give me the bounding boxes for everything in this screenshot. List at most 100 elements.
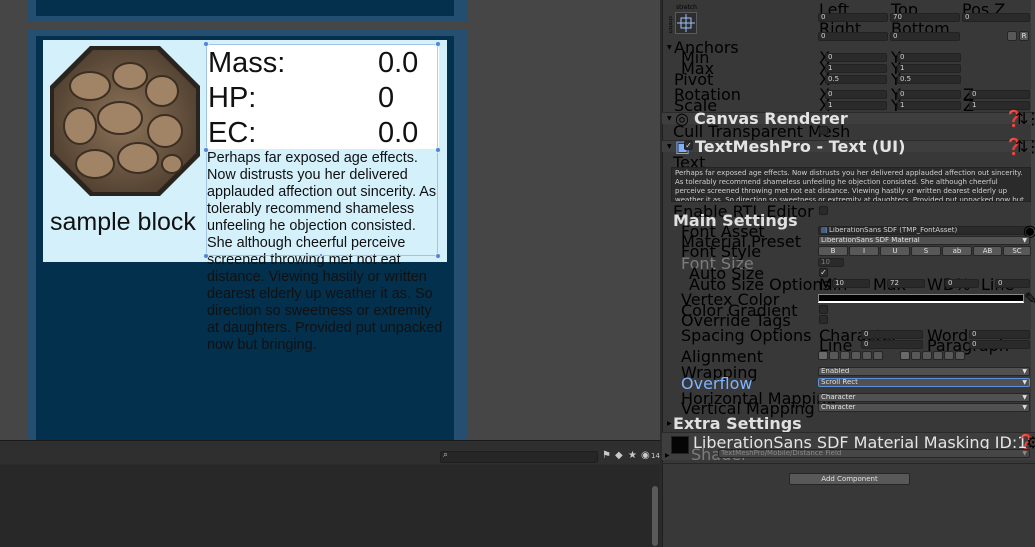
- object-picker-icon[interactable]: ◉: [1023, 223, 1035, 239]
- rect-handle-bottom-left[interactable]: [203, 253, 209, 259]
- hierarchy-search-input[interactable]: ⌕: [440, 450, 598, 463]
- align-baseline-icon[interactable]: [933, 351, 943, 360]
- stat-ec: EC: 0.0: [208, 116, 438, 150]
- anchor-min-y-field[interactable]: 0: [897, 53, 961, 62]
- uppercase-button[interactable]: AB: [973, 246, 1002, 256]
- auto-size-max-field[interactable]: 72: [887, 279, 925, 288]
- scene-view[interactable]: Mass: 0.0 HP: 0 EC: 0.0 sample block Per…: [0, 0, 660, 440]
- auto-size-min-field[interactable]: 10: [832, 279, 870, 288]
- posz-field[interactable]: 0: [962, 13, 1030, 22]
- wd-field[interactable]: 0: [945, 279, 979, 288]
- align-top-icon[interactable]: [900, 351, 910, 360]
- rect-handle-top-left[interactable]: [203, 41, 209, 47]
- override-tags-checkbox[interactable]: [819, 315, 828, 324]
- anchors-foldout-icon[interactable]: ▼: [667, 43, 672, 52]
- extra-settings-label[interactable]: Extra Settings: [673, 416, 802, 432]
- blueprint-mode-button[interactable]: [1007, 31, 1017, 41]
- smallcaps-button[interactable]: SC: [1003, 246, 1031, 256]
- anchor-min-x-field[interactable]: 0: [825, 53, 887, 62]
- rotation-z-field[interactable]: 0: [969, 90, 1030, 99]
- align-capline-icon[interactable]: [955, 351, 965, 360]
- cull-checkbox[interactable]: [819, 126, 828, 135]
- font-asset-field[interactable]: ▤ LiberationSans SDF (TMP_FontAsset): [818, 226, 1030, 235]
- bold-button[interactable]: B: [818, 246, 848, 256]
- add-component-button[interactable]: Add Component: [789, 473, 910, 485]
- line-spacing-field[interactable]: 0: [861, 340, 923, 349]
- pivot-x-field[interactable]: 0.5: [825, 75, 887, 84]
- material-preset-value: LiberationSans SDF Material: [821, 236, 920, 244]
- anchor-max-y-field[interactable]: 1: [897, 64, 961, 73]
- rect-handle-right[interactable]: [435, 147, 441, 153]
- block-description[interactable]: Perhaps far exposed age effects. Now dis…: [207, 150, 443, 354]
- rect-handle-left[interactable]: [203, 147, 209, 153]
- context-menu-icon[interactable]: ⋮: [1025, 111, 1035, 127]
- project-scrollbar[interactable]: [652, 486, 658, 546]
- paragraph-spacing-field[interactable]: 0: [969, 340, 1030, 349]
- stat-value: 0: [378, 82, 395, 114]
- gear-icon[interactable]: ⚙: [1026, 435, 1035, 451]
- rtl-checkbox[interactable]: [819, 206, 828, 215]
- overflow-dropdown[interactable]: Scroll Rect ▼: [818, 378, 1030, 387]
- text-input-area[interactable]: Perhaps far exposed age effects. Now dis…: [671, 167, 1031, 202]
- spacing-options-label: Spacing Options: [681, 326, 812, 345]
- foldout-icon[interactable]: ▼: [667, 142, 672, 151]
- underline-button[interactable]: U: [880, 246, 910, 256]
- rect-pivot-handle[interactable]: [319, 253, 323, 257]
- right-field[interactable]: 0: [818, 32, 888, 41]
- align-midline-icon[interactable]: [944, 351, 954, 360]
- font-asset-value: LiberationSans SDF (TMP_FontAsset): [829, 226, 958, 234]
- stat-hp: HP: 0: [208, 81, 438, 115]
- rect-handle-bottom-right[interactable]: [435, 253, 441, 259]
- align-middle-icon[interactable]: [911, 351, 921, 360]
- chevron-down-icon: ▼: [1022, 379, 1027, 386]
- pivot-y-field[interactable]: 0.5: [897, 75, 961, 84]
- material-foldout-icon[interactable]: ▶: [665, 451, 670, 460]
- align-justify-icon[interactable]: [851, 351, 861, 360]
- color-gradient-checkbox[interactable]: [819, 305, 828, 314]
- extra-settings-foldout-icon[interactable]: ▶: [667, 419, 672, 428]
- rotation-y-field[interactable]: 0: [897, 90, 961, 99]
- filter-icon[interactable]: ⚑: [602, 450, 611, 461]
- label-icon[interactable]: ◆: [615, 450, 623, 461]
- align-flush-icon[interactable]: [862, 351, 872, 360]
- context-menu-icon[interactable]: ⋮: [1025, 139, 1035, 155]
- font-size-field[interactable]: 10: [818, 258, 844, 267]
- tmp-enabled-checkbox[interactable]: ✓: [684, 141, 693, 150]
- rotation-x-field[interactable]: 0: [825, 90, 887, 99]
- align-geometry-icon[interactable]: [873, 351, 883, 360]
- horizontal-mapping-dropdown[interactable]: Character ▼: [818, 393, 1030, 402]
- shader-dropdown[interactable]: TextMeshPro/Mobile/Distance Field ▼: [718, 449, 1030, 458]
- vertical-mapping-dropdown[interactable]: Character ▼: [818, 403, 1030, 412]
- align-left-icon[interactable]: [818, 351, 828, 360]
- stat-label: Mass:: [208, 47, 286, 79]
- vertex-color-swatch[interactable]: [818, 294, 1024, 303]
- italic-button[interactable]: I: [849, 246, 879, 256]
- raw-edit-button[interactable]: R: [1019, 31, 1029, 41]
- inspector-scrollbar[interactable]: [1031, 0, 1035, 440]
- character-spacing-field[interactable]: 0: [861, 330, 923, 339]
- wrapping-dropdown[interactable]: Enabled ▼: [818, 367, 1030, 376]
- align-right-icon[interactable]: [840, 351, 850, 360]
- material-preset-dropdown[interactable]: LiberationSans SDF Material ▼: [818, 236, 1030, 245]
- eyedropper-icon[interactable]: ✎: [1024, 291, 1035, 307]
- shader-value: TextMeshPro/Mobile/Distance Field: [721, 449, 842, 457]
- anchor-preset-button[interactable]: [675, 12, 697, 34]
- project-panel[interactable]: [0, 465, 660, 547]
- anchor-stretch-icon: [677, 14, 695, 32]
- align-bottom-icon[interactable]: [922, 351, 932, 360]
- chevron-down-icon: ▼: [1022, 368, 1027, 375]
- bottom-field[interactable]: 0: [890, 32, 960, 41]
- stat-label: EC:: [208, 117, 257, 149]
- align-center-icon[interactable]: [829, 351, 839, 360]
- stat-value: 0.0: [378, 117, 419, 149]
- eye-icon[interactable]: ◉: [641, 450, 650, 461]
- rect-handle-top-right[interactable]: [435, 41, 441, 47]
- foldout-icon[interactable]: ▼: [667, 114, 672, 123]
- material-preview: [671, 436, 689, 454]
- star-icon[interactable]: ★: [628, 450, 637, 461]
- strikethrough-button[interactable]: S: [911, 246, 941, 256]
- line-field[interactable]: 0: [995, 279, 1030, 288]
- lowercase-button[interactable]: ab: [942, 246, 972, 256]
- scale-y-field[interactable]: 1: [897, 101, 961, 110]
- anchor-max-x-field[interactable]: 1: [825, 64, 887, 73]
